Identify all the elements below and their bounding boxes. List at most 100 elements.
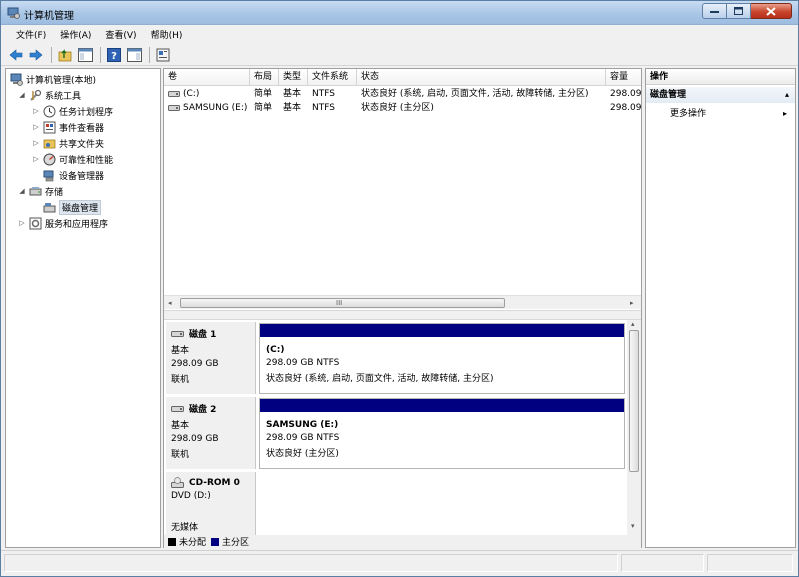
volume-name: (C:): [183, 89, 200, 99]
filesystem-cell: NTFS: [312, 89, 335, 99]
up-folder-icon: [58, 48, 72, 61]
table-row[interactable]: (C:) 简单 基本 NTFS 状态良好 (系统, 启动, 页面文件, 活动, …: [164, 87, 641, 101]
disk-state: 联机: [171, 375, 190, 385]
disk-icon: [171, 330, 184, 337]
help-button[interactable]: ?: [105, 46, 123, 64]
scroll-down-icon[interactable]: ▾: [631, 522, 635, 530]
scroll-right-icon[interactable]: ▸: [630, 299, 634, 307]
tree-item-system-tools[interactable]: ◢ 系统工具: [18, 87, 81, 103]
menu-action[interactable]: 操作(A): [53, 28, 98, 41]
disk-name-text: CD-ROM 0: [189, 477, 240, 488]
tree-item-services-applications[interactable]: ▷ 服务和应用程序: [18, 215, 108, 231]
column-header-status[interactable]: 状态: [357, 69, 606, 86]
tree-item-root[interactable]: 计算机管理(本地): [10, 71, 96, 87]
partition-name: SAMSUNG (E:): [266, 420, 339, 430]
show-hide-tree-button[interactable]: [76, 46, 94, 64]
forward-button[interactable]: [27, 46, 45, 64]
disk-name: 磁盘 1: [171, 327, 255, 340]
more-actions-item[interactable]: 更多操作 ▸: [646, 106, 795, 122]
tree-item-task-scheduler[interactable]: ▷ 任务计划程序: [32, 103, 113, 119]
horizontal-scrollbar[interactable]: ◂ III ▸: [164, 295, 641, 309]
table-row[interactable]: SAMSUNG (E:) 简单 基本 NTFS 状态良好 (主分区) 298.0…: [164, 101, 641, 115]
tree-item-label: 存储: [45, 187, 64, 198]
vertical-scroll-thumb[interactable]: [629, 330, 639, 472]
status-segment: [621, 554, 704, 572]
computer-management-window: 计算机管理 文件(F) 操作(A) 查看(V) 帮助(H) ? 计算机管理(本地…: [0, 0, 799, 577]
cdrom-0-label[interactable]: CD-ROM 0 DVD (D:) 无媒体: [166, 472, 256, 535]
expand-triangle-icon[interactable]: ▷: [18, 219, 26, 227]
column-header-filesystem[interactable]: 文件系统: [308, 69, 357, 86]
disk-2-label[interactable]: 磁盘 2 基本 298.09 GB 联机: [166, 397, 256, 469]
menu-file[interactable]: 文件(F): [9, 28, 53, 41]
tree-item-storage[interactable]: ◢ 存储: [18, 183, 63, 199]
performance-gauge-icon: [43, 153, 56, 165]
primary-swatch: [211, 537, 220, 546]
type-cell: 基本: [283, 103, 302, 113]
status-segment: [707, 554, 793, 572]
scroll-left-icon[interactable]: ◂: [168, 299, 172, 307]
minimize-button[interactable]: [702, 3, 727, 19]
tree-item-label: 设备管理器: [59, 171, 105, 182]
collapse-triangle-icon[interactable]: ◢: [18, 187, 26, 195]
maximize-button[interactable]: [727, 3, 751, 19]
up-level-button[interactable]: [56, 46, 74, 64]
disk-kind: DVD (D:): [171, 491, 211, 501]
column-header-capacity[interactable]: 容量: [606, 69, 641, 86]
primary-partition-bar: [260, 324, 624, 337]
menu-help[interactable]: 帮助(H): [144, 28, 190, 41]
navigation-tree[interactable]: 计算机管理(本地) ◢ 系统工具 ▷ 任务计划程序 ▷ 事件查看器 ▷ 共享文件…: [5, 68, 161, 548]
shared-folder-icon: [43, 139, 56, 148]
capacity-cell: 298.09: [610, 103, 641, 113]
scroll-up-icon[interactable]: ▴: [631, 320, 635, 328]
partition-e[interactable]: SAMSUNG (E:) 298.09 GB NTFS 状态良好 (主分区): [259, 398, 625, 469]
drive-icon: [168, 105, 180, 111]
disk-name: CD-ROM 0: [171, 477, 255, 488]
tree-item-event-viewer[interactable]: ▷ 事件查看器: [32, 119, 104, 135]
help-icon: ?: [107, 47, 121, 62]
actions-pane: 操作 磁盘管理 ▴ 更多操作 ▸: [645, 68, 796, 548]
partition-c[interactable]: (C:) 298.09 GB NTFS 状态良好 (系统, 启动, 页面文件, …: [259, 323, 625, 394]
menu-bar: 文件(F) 操作(A) 查看(V) 帮助(H): [1, 25, 798, 44]
partition-status: 状态良好 (系统, 启动, 页面文件, 活动, 故障转储, 主分区): [266, 374, 494, 384]
horizontal-scroll-thumb[interactable]: III: [180, 298, 505, 308]
show-hide-action-pane-button[interactable]: [125, 46, 143, 64]
partition-details: SAMSUNG (E:) 298.09 GB NTFS 状态良好 (主分区): [263, 415, 621, 466]
actions-header: 操作: [646, 69, 795, 85]
show-hide-tree-icon: [77, 47, 93, 62]
expand-triangle-icon[interactable]: ▷: [32, 139, 40, 147]
minimize-icon: [710, 11, 719, 13]
toolbar: ?: [1, 44, 798, 66]
collapse-triangle-icon[interactable]: ◢: [18, 91, 26, 99]
submenu-arrow-icon: ▸: [782, 109, 787, 118]
column-header-volume[interactable]: 卷: [164, 69, 250, 86]
disk-1-label[interactable]: 磁盘 1 基本 298.09 GB 联机: [166, 322, 256, 394]
layout-cell: 简单: [254, 89, 273, 99]
menu-view[interactable]: 查看(V): [98, 28, 143, 41]
title-bar[interactable]: 计算机管理: [1, 1, 798, 25]
computer-management-icon: [7, 7, 20, 19]
actions-section-disk-management[interactable]: 磁盘管理 ▴: [646, 87, 795, 103]
back-button[interactable]: [7, 46, 25, 64]
tree-item-shared-folders[interactable]: ▷ 共享文件夹: [32, 135, 104, 151]
window-title: 计算机管理: [24, 11, 74, 22]
storage-icon: [29, 186, 42, 195]
expand-triangle-icon[interactable]: ▷: [32, 123, 40, 131]
partition-name: (C:): [266, 345, 285, 355]
column-header-type[interactable]: 类型: [279, 69, 308, 86]
event-viewer-icon: [43, 121, 56, 133]
column-header-layout[interactable]: 布局: [250, 69, 279, 86]
properties-button[interactable]: [154, 46, 172, 64]
collapse-caret-icon[interactable]: ▴: [785, 87, 789, 103]
tree-item-disk-management[interactable]: 磁盘管理: [43, 199, 102, 215]
device-manager-icon: [43, 170, 54, 181]
tree-item-device-manager[interactable]: 设备管理器: [43, 167, 104, 183]
disk-kind: 基本: [171, 346, 190, 356]
expand-triangle-icon[interactable]: ▷: [32, 107, 40, 115]
show-hide-action-pane-icon: [126, 47, 142, 62]
vertical-scrollbar[interactable]: ▴ ▾: [627, 320, 641, 535]
tree-item-label: 事件查看器: [59, 123, 105, 134]
close-button[interactable]: [751, 3, 792, 19]
tree-item-reliability-performance[interactable]: ▷ 可靠性和性能: [32, 151, 113, 167]
pane-splitter[interactable]: [164, 310, 641, 320]
expand-triangle-icon[interactable]: ▷: [32, 155, 40, 163]
